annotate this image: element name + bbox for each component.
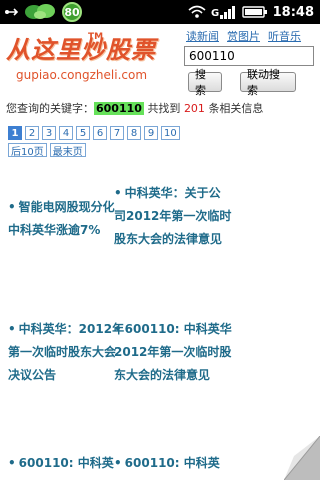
pagination: 1 2 3 4 5 6 7 8 9 10 后10页 最末页: [8, 126, 208, 158]
article-link-4[interactable]: • 600110: 中科英华2012年第一次临时股东大会的法律意见: [114, 318, 232, 387]
page-7[interactable]: 7: [110, 126, 124, 140]
article-title: 智能电网股现分化 中科英华涨逾7%: [8, 200, 115, 237]
top-links: 读新闻 赏图片 听音乐: [186, 28, 320, 44]
article-link-6[interactable]: • 600110: 中科英: [114, 452, 232, 475]
article-link-1[interactable]: • 智能电网股现分化 中科英华涨逾7%: [8, 196, 126, 242]
summary-count: 201: [183, 102, 205, 115]
next-10-pages[interactable]: 后10页: [8, 143, 47, 158]
summary-prefix: 您查询的关键字：: [6, 102, 94, 115]
wifi-icon: [188, 5, 206, 18]
app-bubbles-icon: [25, 4, 55, 19]
link-music[interactable]: 听音乐: [268, 28, 301, 44]
link-news[interactable]: 读新闻: [186, 28, 219, 44]
page-5[interactable]: 5: [76, 126, 90, 140]
logo-url: gupiao.congzheli.com: [16, 68, 148, 82]
summary-middle: 共找到: [147, 102, 181, 115]
usb-icon: [5, 8, 19, 16]
joint-search-button[interactable]: 联动搜索: [240, 68, 296, 97]
status-left: 80: [4, 2, 82, 22]
page-9[interactable]: 9: [144, 126, 158, 140]
bullet-icon: •: [8, 456, 16, 470]
page-10[interactable]: 10: [161, 126, 180, 140]
battery-icon: [241, 6, 267, 18]
page-8[interactable]: 8: [127, 126, 141, 140]
page-3[interactable]: 3: [42, 126, 56, 140]
article-title: 中科英华：2012年第一次临时股东大会决议公告: [8, 322, 125, 382]
notification-badge: 80: [62, 2, 82, 22]
article-title: 600110: 中科英: [18, 456, 114, 470]
page-curl-icon[interactable]: [284, 436, 320, 480]
article-link-3[interactable]: • 中科英华：2012年第一次临时股东大会决议公告: [8, 318, 126, 387]
logo-trademark: TM: [88, 32, 104, 42]
article-link-5[interactable]: • 600110: 中科英: [8, 452, 126, 475]
status-right: G 18:48: [188, 2, 314, 22]
search-input[interactable]: [184, 46, 314, 66]
status-bar: 80 G 18:48: [0, 0, 320, 24]
status-time: 18:48: [272, 4, 314, 20]
bullet-icon: •: [114, 456, 122, 470]
link-pictures[interactable]: 赏图片: [227, 28, 260, 44]
bullet-icon: •: [114, 186, 122, 200]
bullet-icon: •: [8, 322, 16, 336]
svg-text:G: G: [211, 8, 219, 19]
bullet-icon: •: [8, 200, 16, 214]
summary-suffix: 条相关信息: [208, 102, 264, 115]
last-page[interactable]: 最末页: [49, 143, 86, 158]
page-1[interactable]: 1: [8, 126, 22, 140]
page-6[interactable]: 6: [93, 126, 107, 140]
article-title: 600110: 中科英华2012年第一次临时股东大会的法律意见: [114, 322, 232, 382]
page-4[interactable]: 4: [59, 126, 73, 140]
article-link-2[interactable]: • 中科英华：关于公司2012年第一次临时股东大会的法律意见: [114, 182, 232, 251]
article-title: 中科英华：关于公司2012年第一次临时股东大会的法律意见: [114, 186, 232, 246]
search-summary: 您查询的关键字： 600110 共找到 201 条相关信息: [6, 100, 263, 116]
site-logo[interactable]: 从这里炒股票 TM gupiao.congzheli.com: [6, 30, 178, 86]
bullet-icon: •: [114, 322, 122, 336]
logo-title: 从这里炒股票: [6, 35, 156, 64]
page-2[interactable]: 2: [25, 126, 39, 140]
summary-keyword: 600110: [94, 102, 144, 115]
article-title: 600110: 中科英: [124, 456, 220, 470]
search-button[interactable]: 搜索: [188, 68, 222, 97]
signal-icon: G: [211, 6, 235, 19]
